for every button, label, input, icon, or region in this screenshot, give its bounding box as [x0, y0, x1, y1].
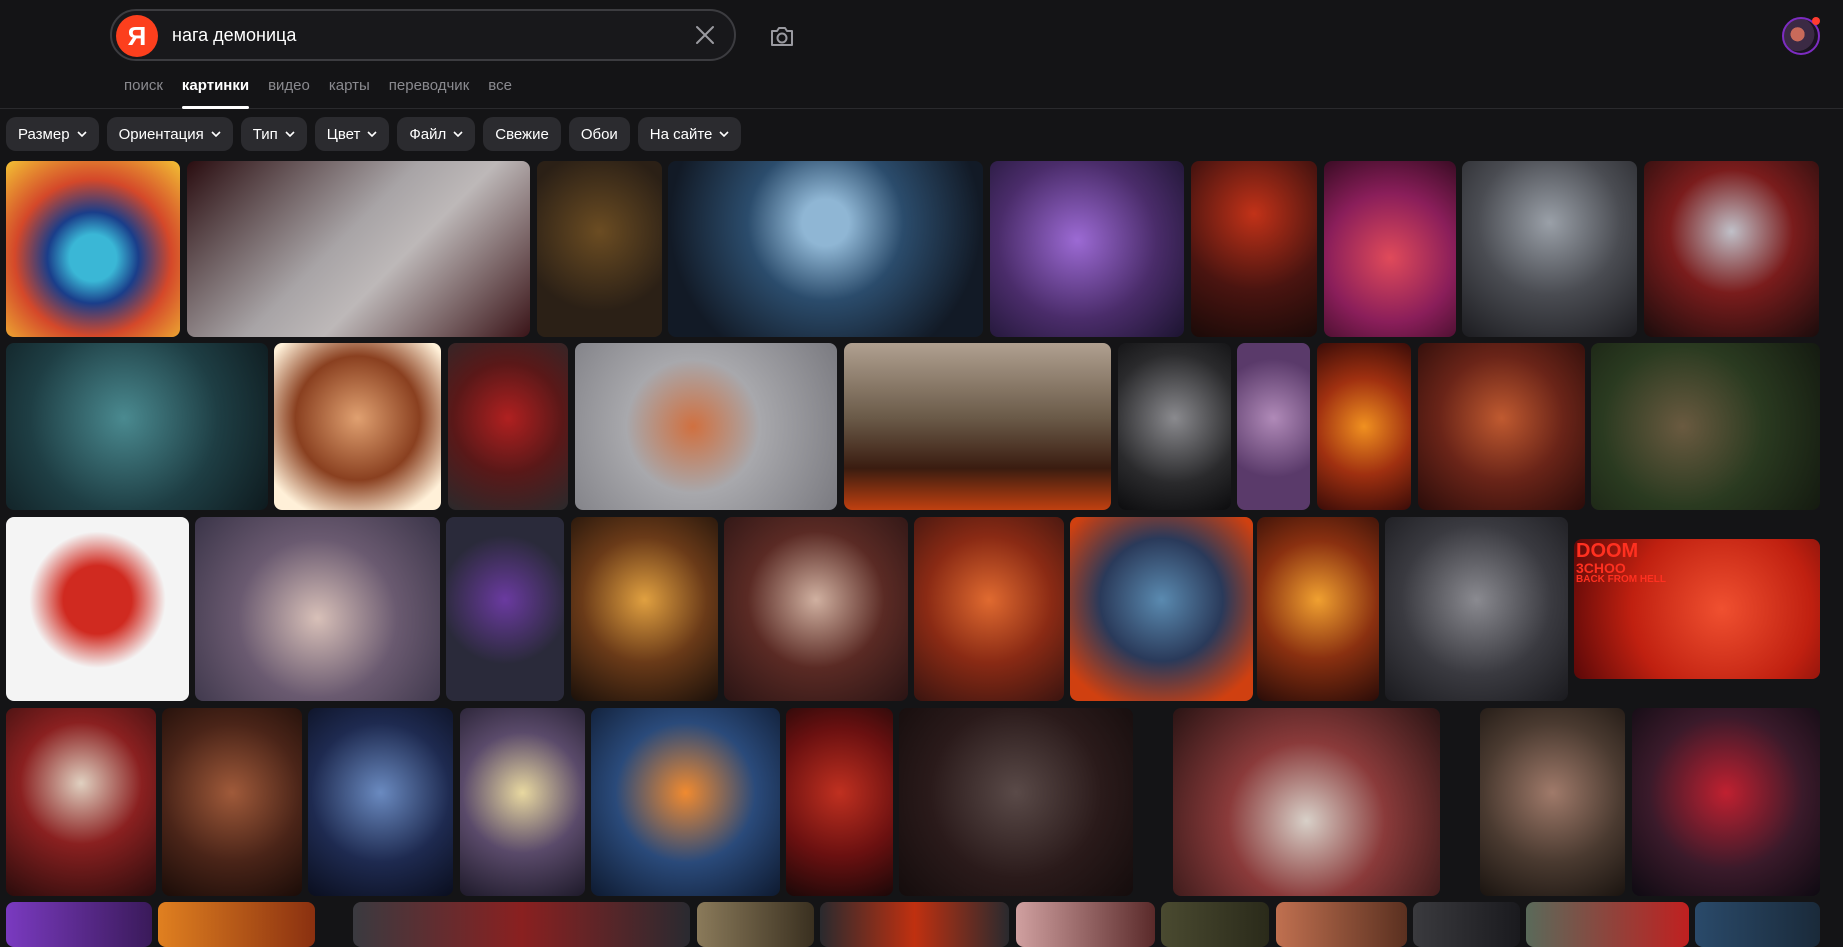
filter-label: На сайте: [649, 125, 713, 143]
image-thumbnail[interactable]: [1385, 517, 1568, 701]
filter-label: Цвет: [326, 125, 361, 143]
image-thumbnail[interactable]: [274, 343, 441, 510]
filter-label: Обои: [580, 125, 618, 143]
image-thumbnail[interactable]: [6, 517, 189, 701]
chevron-down-icon: [285, 131, 295, 137]
image-thumbnail[interactable]: [1191, 161, 1317, 337]
camera-icon[interactable]: [769, 24, 795, 48]
filter-label: Файл: [409, 125, 447, 143]
image-thumbnail[interactable]: [1016, 902, 1155, 947]
image-thumbnail[interactable]: [1161, 902, 1269, 947]
chevron-down-icon: [719, 131, 729, 137]
image-thumbnail[interactable]: [448, 343, 568, 510]
search-input[interactable]: нага демоница: [172, 25, 296, 46]
image-thumbnail[interactable]: [724, 517, 908, 701]
notification-badge: [1812, 17, 1820, 25]
filter-size[interactable]: Размер: [6, 117, 99, 151]
image-thumbnail[interactable]: [1418, 343, 1585, 510]
image-thumbnail[interactable]: [195, 517, 440, 701]
image-thumbnail[interactable]: [668, 161, 983, 337]
tab-maps[interactable]: карты: [329, 77, 370, 94]
tab-search[interactable]: поиск: [124, 77, 163, 94]
caption-line3: BACK FROM HELL: [1576, 574, 1666, 585]
image-thumbnail[interactable]: [6, 708, 156, 896]
image-thumbnail[interactable]: [158, 902, 315, 947]
filter-file[interactable]: Файл: [397, 117, 476, 151]
image-thumbnail[interactable]: [6, 902, 152, 947]
image-thumbnail[interactable]: [1632, 708, 1820, 896]
caption-line1: DOOM: [1576, 540, 1639, 562]
image-thumbnail[interactable]: [308, 708, 453, 896]
filter-bar: Размер Ориентация Тип Цвет Файл Свежие О…: [6, 117, 742, 151]
image-thumbnail[interactable]: [1070, 517, 1253, 701]
search-bar[interactable]: Я нага демоница: [110, 9, 736, 61]
image-thumbnail[interactable]: [899, 708, 1133, 896]
image-thumbnail[interactable]: [575, 343, 837, 510]
filter-label: Свежие: [495, 125, 549, 143]
image-thumbnail[interactable]: [591, 708, 780, 896]
image-thumbnail[interactable]: [1118, 343, 1231, 510]
image-thumbnail[interactable]: [537, 161, 662, 337]
image-thumbnail[interactable]: [1591, 343, 1820, 510]
image-thumbnail[interactable]: [1324, 161, 1456, 337]
filter-label: Ориентация: [118, 125, 204, 143]
chevron-down-icon: [453, 131, 463, 137]
image-thumbnail[interactable]: [786, 708, 893, 896]
image-thumbnail[interactable]: [1237, 343, 1310, 510]
filter-orientation[interactable]: Ориентация: [106, 117, 233, 151]
chevron-down-icon: [367, 131, 377, 137]
chevron-down-icon: [76, 131, 87, 137]
image-thumbnail[interactable]: [187, 161, 530, 337]
image-thumbnail[interactable]: [460, 708, 585, 896]
tab-images[interactable]: картинки: [181, 77, 250, 109]
filter-wallpapers[interactable]: Обои: [568, 117, 630, 151]
image-thumbnail[interactable]: [1526, 902, 1689, 947]
image-thumbnail[interactable]: [1480, 708, 1625, 896]
tab-translator[interactable]: переводчик: [389, 77, 469, 94]
chevron-down-icon: [211, 131, 221, 137]
filter-label: Тип: [252, 125, 278, 143]
filter-on-site[interactable]: На сайте: [637, 117, 742, 151]
image-thumbnail[interactable]: [6, 161, 180, 337]
image-thumbnail[interactable]: [844, 343, 1111, 510]
tab-all[interactable]: все: [488, 77, 512, 94]
image-thumbnail[interactable]: [1413, 902, 1520, 947]
image-thumbnail[interactable]: DOOM 3CHOO BACK FROM HELL: [1574, 539, 1820, 679]
caption-line2: 3CHOO: [1576, 560, 1626, 576]
filter-recent[interactable]: Свежие: [483, 117, 561, 151]
image-thumbnail[interactable]: [353, 902, 690, 947]
image-thumbnail[interactable]: [1173, 708, 1440, 896]
image-thumbnail[interactable]: [820, 902, 1009, 947]
header: Я нага демоница поиск картинки видео кар…: [0, 0, 1843, 109]
yandex-logo-icon[interactable]: Я: [116, 15, 158, 57]
image-thumbnail[interactable]: [1462, 161, 1637, 337]
image-thumbnail[interactable]: [990, 161, 1184, 337]
image-thumbnail[interactable]: [6, 343, 268, 510]
image-thumbnail[interactable]: [1257, 517, 1379, 701]
image-thumbnail[interactable]: [571, 517, 718, 701]
image-thumbnail[interactable]: [1695, 902, 1820, 947]
image-thumbnail[interactable]: [1644, 161, 1819, 337]
image-thumbnail[interactable]: [446, 517, 564, 701]
image-thumbnail[interactable]: [1317, 343, 1411, 510]
filter-color[interactable]: Цвет: [314, 117, 390, 151]
search-tabs: поиск картинки видео карты переводчик вс…: [124, 77, 531, 109]
image-thumbnail[interactable]: [914, 517, 1064, 701]
filter-type[interactable]: Тип: [240, 117, 307, 151]
thumbnail-caption: DOOM 3CHOO BACK FROM HELL: [1576, 541, 1666, 585]
image-thumbnail[interactable]: [162, 708, 302, 896]
filter-label: Размер: [18, 125, 70, 143]
image-thumbnail[interactable]: [697, 902, 814, 947]
clear-icon[interactable]: [694, 24, 716, 46]
image-thumbnail[interactable]: [1276, 902, 1407, 947]
tab-video[interactable]: видео: [268, 77, 310, 94]
